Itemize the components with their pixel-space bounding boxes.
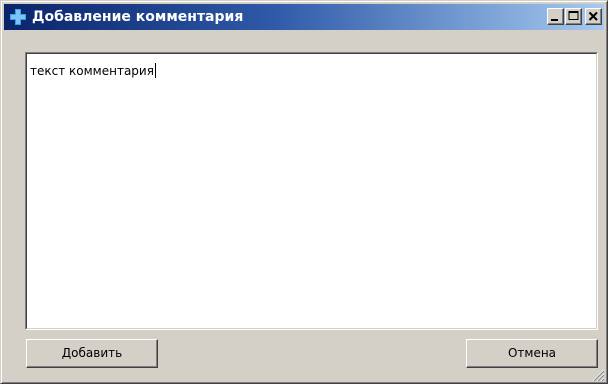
title-bar[interactable]: Добавление комментария — [4, 4, 604, 30]
minimize-button[interactable] — [547, 8, 564, 25]
comment-textarea[interactable]: текст комментария — [25, 52, 598, 330]
comment-text: текст комментария — [30, 64, 154, 78]
comment-textarea-inner[interactable]: текст комментария — [26, 53, 597, 329]
window-title: Добавление комментария — [32, 9, 244, 25]
maximize-button[interactable] — [565, 8, 582, 25]
cancel-button[interactable]: Отмена — [466, 339, 598, 368]
close-button[interactable] — [585, 8, 602, 25]
add-button[interactable]: Добавить — [26, 339, 158, 368]
text-caret — [154, 63, 156, 78]
plus-icon — [8, 7, 28, 27]
comment-dialog-window: Добавление комментария текст комментария… — [0, 0, 608, 384]
resize-grip-icon[interactable] — [591, 367, 605, 382]
